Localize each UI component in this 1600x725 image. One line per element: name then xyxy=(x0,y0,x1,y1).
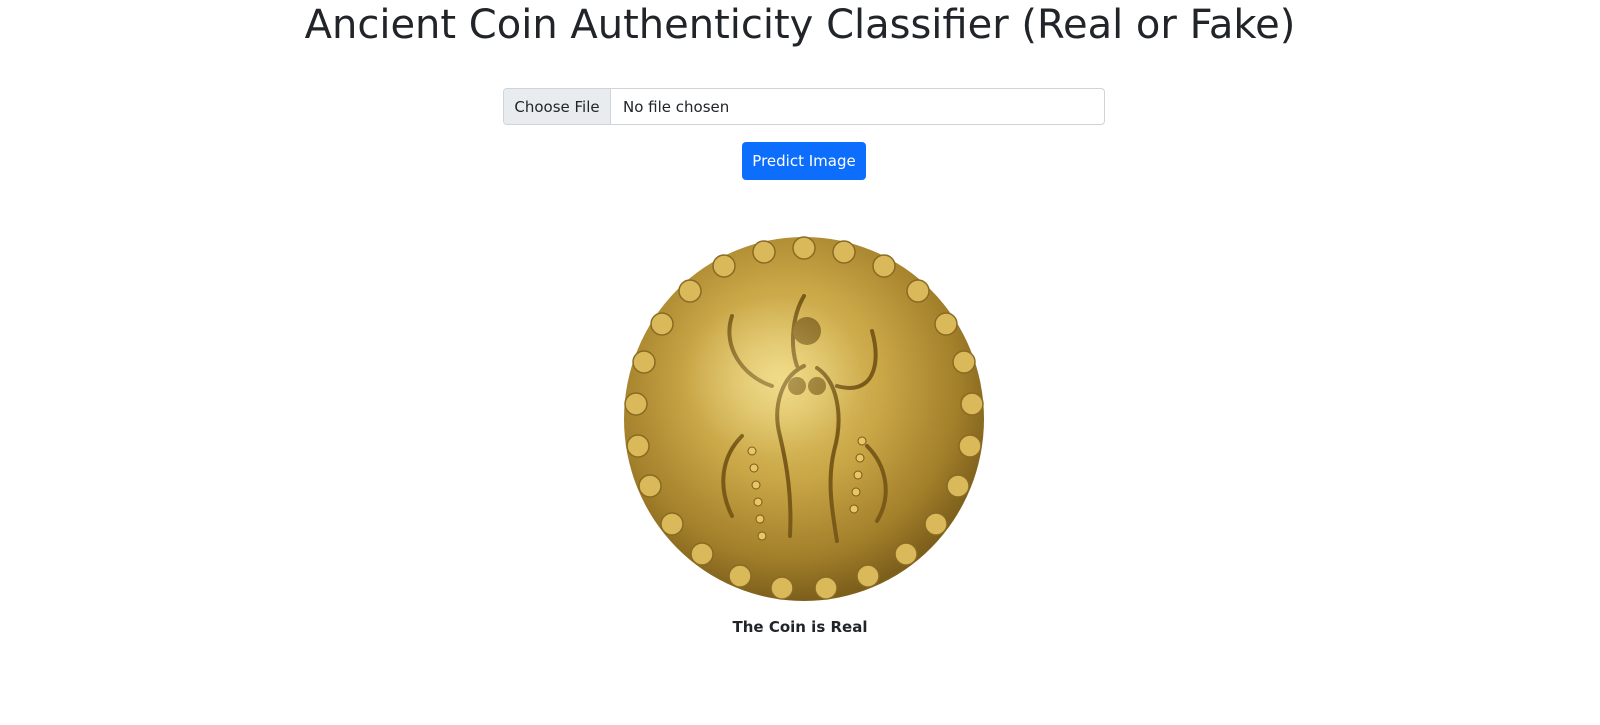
file-input[interactable]: Choose File No file chosen xyxy=(503,88,1105,125)
page-title: Ancient Coin Authenticity Classifier (Re… xyxy=(304,2,1296,48)
coin-image xyxy=(622,236,986,602)
file-status-text: No file chosen xyxy=(623,97,730,116)
prediction-result: The Coin is Real xyxy=(732,618,868,636)
choose-file-button[interactable]: Choose File xyxy=(504,89,611,124)
predict-image-button[interactable]: Predict Image xyxy=(742,142,866,180)
page: Ancient Coin Authenticity Classifier (Re… xyxy=(0,0,1600,725)
